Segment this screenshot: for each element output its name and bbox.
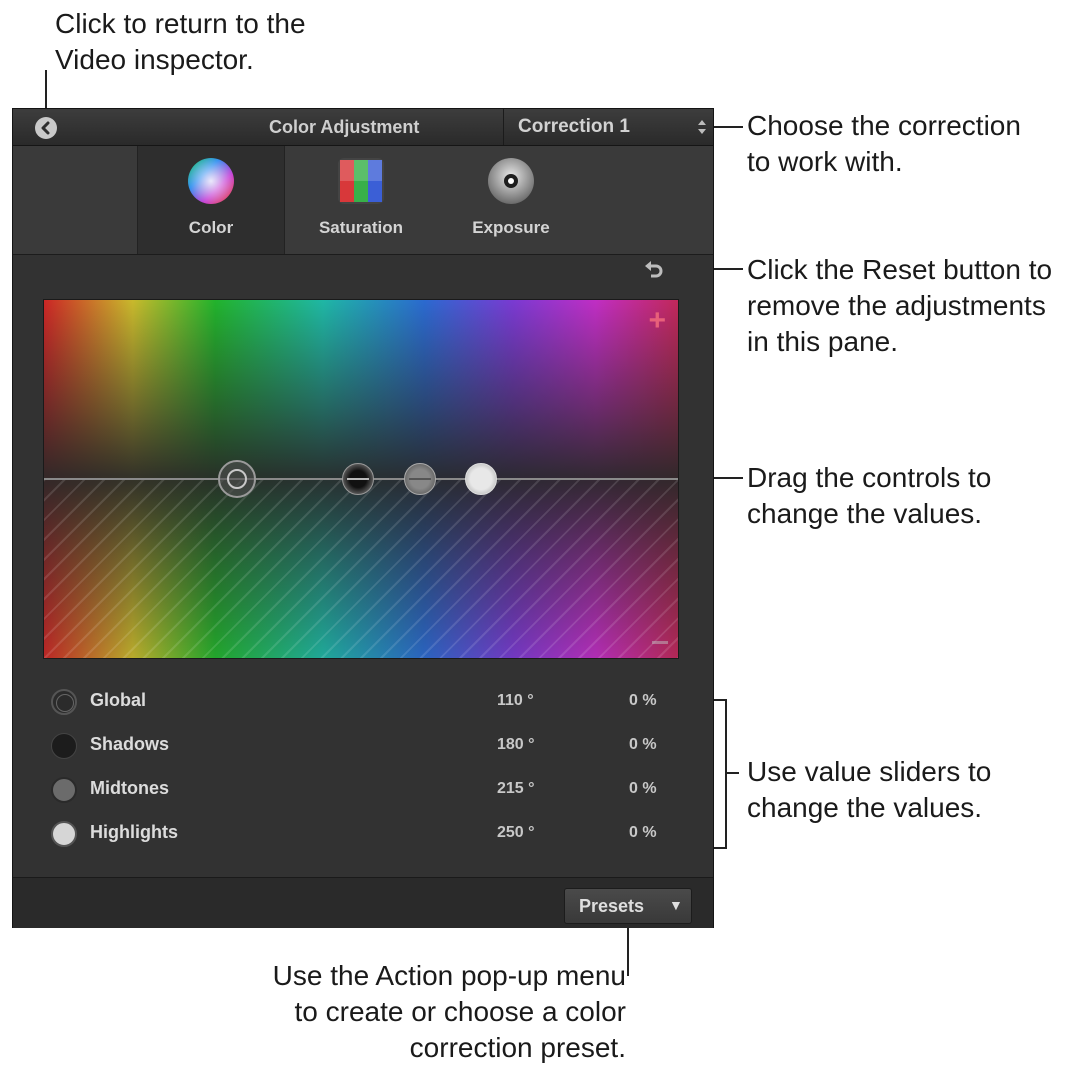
color-wheel-icon [188,158,234,204]
callout-back: Click to return to the Video inspector. [55,6,306,78]
control-row-highlights: Highlights 250 ° 0 % [13,817,713,857]
negative-hatch [44,479,678,658]
callout-sliders-line-1: Use value sliders to [747,756,992,787]
bracket-tick [727,772,739,774]
degrees-slider[interactable]: 180 ° [497,736,535,754]
percent-slider[interactable]: 0 % [629,736,657,754]
reset-icon[interactable] [642,260,664,282]
exposure-icon [488,158,534,204]
control-name: Highlights [90,822,178,842]
highlights-puck[interactable] [465,463,497,495]
degrees-slider[interactable]: 110 ° [497,692,534,710]
global-puck[interactable] [218,460,256,498]
control-row-shadows: Shadows 180 ° 0 % [13,729,713,769]
callout-correction: Choose the correction to work with. [747,108,1021,180]
callout-correction-line-2: to work with. [747,146,903,177]
tab-exposure[interactable]: Exposure [437,146,585,254]
callout-correction-line-1: Choose the correction [747,110,1021,141]
dropdown-caret-icon: ▼ [669,897,683,913]
percent-slider[interactable]: 0 % [629,824,657,842]
callout-action-line-2: to create or choose a color [294,996,626,1027]
correction-popup[interactable]: Correction 1 [518,116,630,138]
control-name: Global [90,690,147,710]
up-down-arrows-icon[interactable] [696,117,708,137]
tab-exposure-label: Exposure [472,218,550,237]
callout-drag-line-2: change the values. [747,498,983,529]
panel-title: Color Adjustment [269,117,420,137]
tab-bar: Color Saturation Exposure [13,146,713,255]
tab-color-label: Color [188,218,234,237]
callout-reset-line-2: remove the adjustments [747,290,1046,321]
shadows-puck[interactable] [342,463,374,495]
degrees-slider[interactable]: 250 ° [497,824,535,842]
bracket-vertical [725,699,727,849]
percent-slider[interactable]: 0 % [629,692,657,710]
callout-sliders-line-2: change the values. [747,792,983,823]
bracket-bottom [714,847,727,849]
title-divider [503,109,504,145]
percent-slider[interactable]: 0 % [629,780,657,798]
callout-sliders: Use value sliders to change the values. [747,754,991,826]
chevron-left-icon [41,121,50,135]
global-swatch[interactable] [51,689,77,715]
callout-drag-line-1: Drag the controls to [747,462,992,493]
highlights-swatch[interactable] [51,821,77,847]
control-name: Midtones [90,778,169,798]
presets-label: Presets [579,896,645,916]
color-adjustment-panel: Color Adjustment Correction 1 Color Satu… [12,108,714,928]
presets-button[interactable]: Presets ▼ [564,888,692,924]
control-row-midtones: Midtones 215 ° 0 % [13,773,713,813]
title-bar: Color Adjustment Correction 1 [13,109,713,146]
control-name: Shadows [90,734,170,754]
callout-reset-line-1: Click the Reset button to [747,254,1053,285]
minus-indicator [652,641,668,644]
tab-color[interactable]: Color [137,146,285,254]
shadows-swatch[interactable] [51,733,77,759]
callout-action: Use the Action pop-up menu to create or … [273,958,626,1066]
plus-icon: + [648,304,666,337]
bracket-top [714,699,727,701]
control-row-global: Global 110 ° 0 % [13,685,713,725]
callout-back-line-1: Click to return to the [55,8,306,39]
saturation-icon [338,158,384,204]
back-button[interactable] [35,117,57,139]
callout-action-line-3: correction preset. [409,1032,626,1063]
callout-drag: Drag the controls to change the values. [747,460,991,532]
callout-reset-line-3: in this pane. [747,326,898,357]
callout-reset: Click the Reset button to remove the adj… [747,252,1052,360]
color-board[interactable]: + [43,299,679,659]
callout-back-line-2: Video inspector. [55,44,254,75]
panel-footer: Presets ▼ [13,877,713,928]
midtones-puck[interactable] [404,463,436,495]
callout-action-line-1: Use the Action pop-up menu [272,960,626,991]
degrees-slider[interactable]: 215 ° [497,780,535,798]
midtones-swatch[interactable] [51,777,77,803]
tab-saturation-label: Saturation [318,218,404,237]
tab-saturation[interactable]: Saturation [287,146,435,254]
